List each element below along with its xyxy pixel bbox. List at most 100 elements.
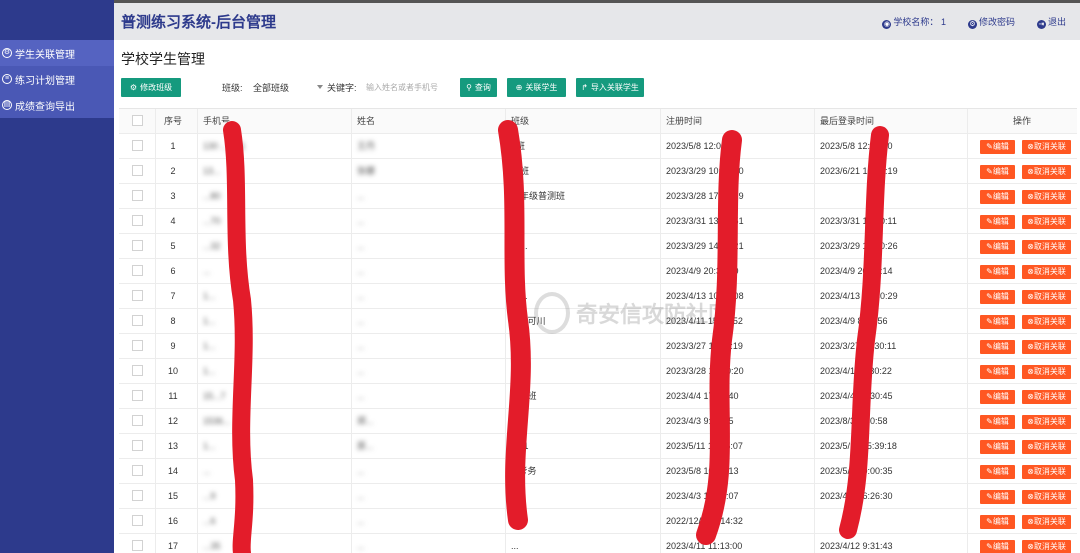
edit-button[interactable]: ✎编辑 [980,215,1015,229]
edit-label: 编辑 [992,342,1009,351]
unlink-button[interactable]: ⊗取消关联 [1022,515,1071,529]
unlink-button[interactable]: ⊗取消关联 [1022,265,1071,279]
row-checkbox[interactable] [132,240,143,251]
edit-class-button[interactable]: ⚙ 修改班级 [121,78,181,97]
unlink-label: 取消关联 [1033,242,1066,251]
select-all-checkbox[interactable] [132,115,143,126]
cell-reg-time: 2023/4/3 16:26:07 [666,491,739,501]
link-student-button[interactable]: ⊕ 关联学生 [507,78,566,97]
header-name: 姓名 [357,116,376,126]
unlink-button[interactable]: ⊗取消关联 [1022,540,1071,553]
cell-class: 1 [511,216,517,226]
cell-seq: 13 [167,441,178,451]
edit-label: 编辑 [992,367,1009,376]
table-row: 7 1...... 计... 2023/4/13 10:30:08 2023/4/13 … [119,284,1077,309]
cell-phone: 130 ... 131 [203,141,246,151]
school-value: 1 [940,16,946,27]
row-checkbox[interactable] [132,190,143,201]
row-checkbox[interactable] [132,465,143,476]
sidebar-item-score-export[interactable]: ▤ 成绩查询导出 [0,92,114,118]
unlink-label: 取消关联 [1033,317,1066,326]
cell-name: 张娜 [357,166,376,176]
unlink-button[interactable]: ⊗取消关联 [1022,215,1071,229]
edit-button[interactable]: ✎编辑 [980,165,1015,179]
edit-button[interactable]: ✎编辑 [980,390,1015,404]
row-checkbox[interactable] [132,515,143,526]
edit-button[interactable]: ✎编辑 [980,265,1015,279]
edit-button[interactable]: ✎编辑 [980,365,1015,379]
sidebar-item-practice-plan[interactable]: ≡ 练习计划管理 [0,66,114,92]
unlink-button[interactable]: ⊗取消关联 [1022,290,1071,304]
row-checkbox[interactable] [132,290,143,301]
cell-reg-time: 2023/5/11 15:05:07 [666,441,743,451]
unlink-button[interactable]: ⊗取消关联 [1022,340,1071,354]
row-checkbox[interactable] [132,415,143,426]
row-checkbox[interactable] [132,315,143,326]
unlink-label: 取消关联 [1033,167,1066,176]
row-checkbox[interactable] [132,490,143,501]
cell-class: 新... [511,241,528,251]
search-button[interactable]: ⚲ 查询 [460,78,497,97]
cell-class: 一年级普测班 [511,191,566,201]
row-checkbox[interactable] [132,340,143,351]
keyword-input[interactable]: 输入姓名或者手机号 [362,78,458,97]
edit-button[interactable]: ✎编辑 [980,515,1015,529]
unlink-button[interactable]: ⊗取消关联 [1022,140,1071,154]
table-header-row: 序号 手机号 姓名 班级 注册时间 最后登录时间 操作 [119,109,1077,134]
cell-class: 计...可川 [511,316,546,326]
edit-button[interactable]: ✎编辑 [980,540,1015,553]
sidebar-item-student-link[interactable]: ⚙ 学生关联管理 [0,40,114,66]
cell-phone: ...6 [203,516,216,526]
unlink-button[interactable]: ⊗取消关联 [1022,190,1071,204]
cell-phone: ... [203,266,211,276]
edit-label: 编辑 [992,542,1009,551]
change-password-link[interactable]: ⚙ 修改密码 [967,15,1015,29]
cell-phone: 1... [203,316,216,326]
table-row: 11 15...7... ...普班 2023/4/4 17:30:40 2023/4/… [119,384,1077,409]
unlink-button[interactable]: ⊗取消关联 [1022,465,1071,479]
edit-button[interactable]: ✎编辑 [980,140,1015,154]
unlink-button[interactable]: ⊗取消关联 [1022,390,1071,404]
edit-button[interactable]: ✎编辑 [980,415,1015,429]
edit-button[interactable]: ✎编辑 [980,240,1015,254]
import-link-button[interactable]: ↱ 导入关联学生 [576,78,644,97]
unlink-button[interactable]: ⊗取消关联 [1022,315,1071,329]
unlink-button[interactable]: ⊗取消关联 [1022,165,1071,179]
list-icon: ≡ [2,74,12,84]
logout-link[interactable]: ⇥ 退出 [1036,15,1066,29]
unlink-button[interactable]: ⊗取消关联 [1022,365,1071,379]
row-checkbox[interactable] [132,540,143,551]
edit-label: 编辑 [992,442,1009,451]
edit-button[interactable]: ✎编辑 [980,315,1015,329]
edit-button[interactable]: ✎编辑 [980,465,1015,479]
unlink-button[interactable]: ⊗取消关联 [1022,240,1071,254]
cell-class: 2...1 [511,341,529,351]
row-checkbox[interactable] [132,215,143,226]
cell-seq: 8 [170,316,176,326]
edit-button[interactable]: ✎编辑 [980,190,1015,204]
edit-button[interactable]: ✎编辑 [980,340,1015,354]
row-checkbox[interactable] [132,165,143,176]
cell-phone: ...70 [203,216,221,226]
cell-name: ... [357,316,365,326]
row-checkbox[interactable] [132,140,143,151]
unlink-button[interactable]: ⊗取消关联 [1022,440,1071,454]
class-select-value: 全部班级 [253,83,290,93]
table-row: 2 13... 张娜 二班 2023/3/29 10:20:10 2023/6/21 10… [119,159,1077,184]
unlink-label: 取消关联 [1033,267,1066,276]
sidebar-menu: ⚙ 学生关联管理 ≡ 练习计划管理 ▤ 成绩查询导出 [0,40,114,118]
edit-button[interactable]: ✎编辑 [980,290,1015,304]
row-checkbox[interactable] [132,365,143,376]
cell-class: ...班 [511,416,528,426]
row-checkbox[interactable] [132,440,143,451]
unlink-label: 取消关联 [1033,342,1066,351]
row-checkbox[interactable] [132,390,143,401]
unlink-button[interactable]: ⊗取消关联 [1022,415,1071,429]
unlink-button[interactable]: ⊗取消关联 [1022,490,1071,504]
edit-button[interactable]: ✎编辑 [980,490,1015,504]
class-select[interactable]: 全部班级 [247,78,327,97]
edit-button[interactable]: ✎编辑 [980,440,1015,454]
cell-reg-time: 2023/5/8 10:00:13 [666,466,739,476]
row-checkbox[interactable] [132,265,143,276]
cell-name: ... [357,216,365,226]
